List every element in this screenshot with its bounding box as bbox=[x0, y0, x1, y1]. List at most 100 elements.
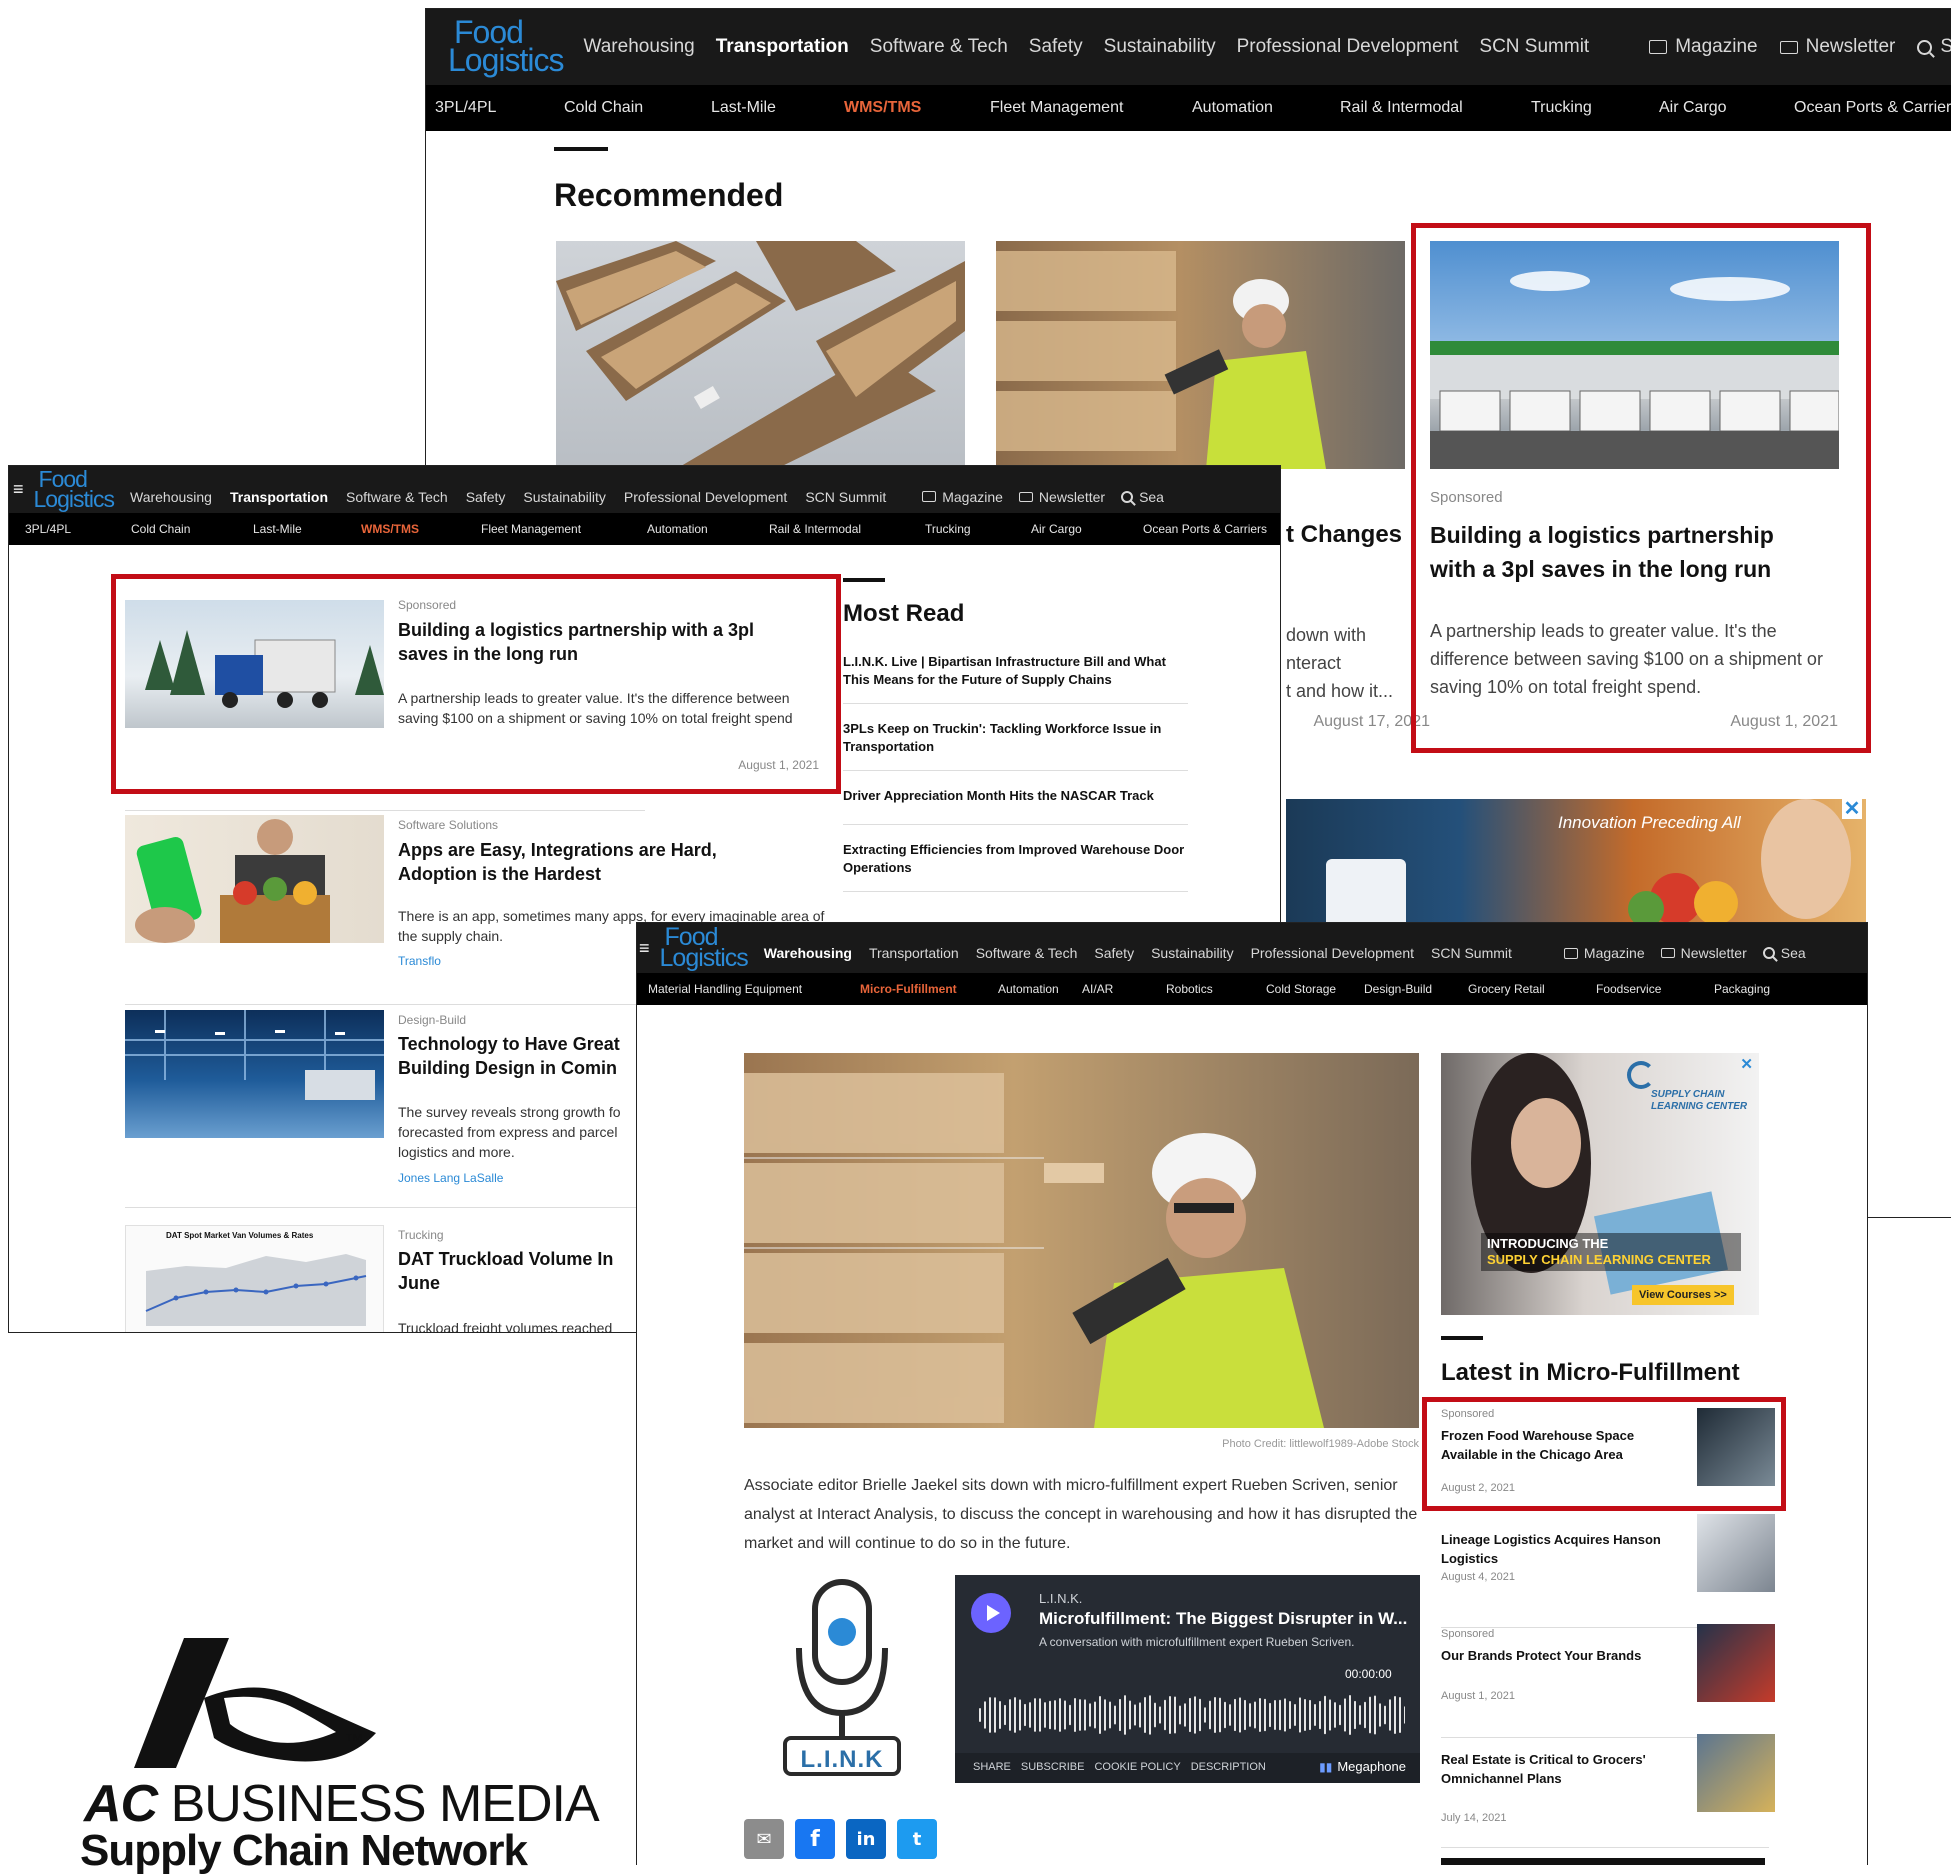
subnav-item-robotics[interactable]: Robotics bbox=[1166, 982, 1266, 996]
article-title[interactable]: Technology to Have Great Building Design… bbox=[398, 1032, 643, 1080]
play-button[interactable] bbox=[971, 1593, 1011, 1633]
nav-item-software-tech[interactable]: Software & Tech bbox=[976, 945, 1078, 961]
latest-item[interactable]: Real Estate is Critical to Grocers' Omni… bbox=[1441, 1734, 1775, 1848]
subnav-item-rail-intermodal[interactable]: Rail & Intermodal bbox=[769, 522, 925, 536]
article-image-building[interactable] bbox=[125, 1010, 384, 1138]
search-link[interactable]: Sea bbox=[1139, 489, 1164, 505]
most-read-item[interactable]: 3PLs Keep on Truckin': Tackling Workforc… bbox=[843, 720, 1188, 771]
nav-item-software-tech[interactable]: Software & Tech bbox=[346, 489, 448, 505]
subnav-item-air-cargo[interactable]: Air Cargo bbox=[1659, 99, 1794, 117]
search-link[interactable]: Sea bbox=[1781, 945, 1806, 961]
article-title[interactable]: DAT Truckload Volume In June bbox=[398, 1247, 643, 1295]
player-link-subscribe[interactable]: SUBSCRIBE bbox=[1021, 1761, 1085, 1773]
subnav-item-cold-chain[interactable]: Cold Chain bbox=[564, 99, 711, 117]
subnav-item-cold-chain[interactable]: Cold Chain bbox=[131, 522, 253, 536]
subnav-item-packaging[interactable]: Packaging bbox=[1714, 982, 1774, 996]
nav-item-transportation[interactable]: Transportation bbox=[716, 36, 849, 58]
latest-item-thumbnail[interactable] bbox=[1697, 1408, 1775, 1486]
subnav-item-fleet-management[interactable]: Fleet Management bbox=[481, 522, 647, 536]
megaphone-brand[interactable]: Megaphone bbox=[1337, 1759, 1406, 1774]
card2-title-fragment[interactable]: t Changes bbox=[1286, 521, 1402, 549]
subnav-item-3pl-4pl[interactable]: 3PL/4PL bbox=[25, 522, 131, 536]
subnav-item-cold-storage[interactable]: Cold Storage bbox=[1266, 982, 1364, 996]
article-title[interactable]: Apps are Easy, Integrations are Hard, Ad… bbox=[398, 838, 798, 886]
subnav-item-trucking[interactable]: Trucking bbox=[1531, 99, 1659, 117]
latest-item-thumbnail[interactable] bbox=[1697, 1624, 1775, 1702]
menu-icon[interactable]: ≡ bbox=[639, 938, 650, 959]
newsletter-link[interactable]: Newsletter bbox=[1039, 489, 1105, 505]
ad-close-icon[interactable]: ✕ bbox=[1842, 799, 1862, 819]
site-logo[interactable]: Food Logistics bbox=[448, 17, 564, 76]
nav-item-sustainability[interactable]: Sustainability bbox=[1151, 945, 1234, 961]
subnav-item-grocery-retail[interactable]: Grocery Retail bbox=[1468, 982, 1596, 996]
twitter-share-icon[interactable]: t bbox=[897, 1819, 937, 1859]
subnav-item-automation[interactable]: Automation bbox=[998, 982, 1082, 996]
subnav-item-rail-intermodal[interactable]: Rail & Intermodal bbox=[1340, 99, 1531, 117]
subnav-item-design-build[interactable]: Design-Build bbox=[1364, 982, 1468, 996]
subnav-item-automation[interactable]: Automation bbox=[647, 522, 769, 536]
article-image-chart[interactable]: DAT Spot Market Van Volumes & Rates bbox=[125, 1225, 384, 1332]
subnav-item-air-cargo[interactable]: Air Cargo bbox=[1031, 522, 1143, 536]
nav-item-sustainability[interactable]: Sustainability bbox=[1104, 36, 1216, 58]
nav-item-professional-development[interactable]: Professional Development bbox=[1237, 36, 1459, 58]
search-link[interactable]: Se bbox=[1940, 36, 1951, 58]
nav-item-professional-development[interactable]: Professional Development bbox=[1251, 945, 1414, 961]
nav-item-scn-summit[interactable]: SCN Summit bbox=[1479, 36, 1589, 58]
subnav-item-fleet-management[interactable]: Fleet Management bbox=[990, 99, 1192, 117]
latest-item-title[interactable]: Our Brands Protect Your Brands bbox=[1441, 1646, 1671, 1665]
nav-item-warehousing[interactable]: Warehousing bbox=[130, 489, 212, 505]
nav-item-safety[interactable]: Safety bbox=[1094, 945, 1134, 961]
magazine-link[interactable]: Magazine bbox=[1675, 36, 1757, 58]
nav-item-warehousing[interactable]: Warehousing bbox=[584, 36, 695, 58]
subnav-item-ocean-ports-carrier[interactable]: Ocean Ports & Carrier bbox=[1794, 99, 1951, 117]
nav-item-transportation[interactable]: Transportation bbox=[869, 945, 959, 961]
nav-item-professional-development[interactable]: Professional Development bbox=[624, 489, 787, 505]
search-icon[interactable] bbox=[1762, 947, 1775, 959]
email-share-icon[interactable]: ✉ bbox=[744, 1819, 784, 1859]
menu-icon[interactable]: ≡ bbox=[13, 479, 24, 500]
latest-item-title[interactable]: Real Estate is Critical to Grocers' Omni… bbox=[1441, 1750, 1671, 1788]
newsletter-link[interactable]: Newsletter bbox=[1681, 945, 1747, 961]
latest-item-thumbnail[interactable] bbox=[1697, 1734, 1775, 1812]
magazine-link[interactable]: Magazine bbox=[1584, 945, 1645, 961]
facebook-share-icon[interactable]: f bbox=[795, 1819, 835, 1859]
nav-item-transportation[interactable]: Transportation bbox=[230, 489, 328, 505]
subnav-item-ai-ar[interactable]: AI/AR bbox=[1082, 982, 1166, 996]
subnav-item-foodservice[interactable]: Foodservice bbox=[1596, 982, 1714, 996]
subnav-item-wms-tms[interactable]: WMS/TMS bbox=[361, 522, 481, 536]
site-logo[interactable]: Food Logistics bbox=[34, 467, 115, 509]
card-image-warehouse[interactable] bbox=[556, 241, 965, 469]
subnav-item-trucking[interactable]: Trucking bbox=[925, 522, 1031, 536]
subnav-item-last-mile[interactable]: Last-Mile bbox=[711, 99, 844, 117]
latest-item-thumbnail[interactable] bbox=[1697, 1514, 1775, 1592]
article-author[interactable]: Jones Lang LaSalle bbox=[398, 1171, 503, 1185]
latest-item[interactable]: Sponsored Frozen Food Warehouse Space Ava… bbox=[1441, 1408, 1775, 1518]
latest-item-title[interactable]: Lineage Logistics Acquires Hanson Logist… bbox=[1441, 1530, 1671, 1568]
card-image-worker[interactable] bbox=[996, 241, 1405, 469]
latest-item-title[interactable]: Frozen Food Warehouse Space Available in… bbox=[1441, 1426, 1671, 1464]
ad-banner[interactable]: Innovation Preceding All ✕ bbox=[1286, 799, 1866, 929]
subnav-item-ocean-ports-carriers[interactable]: Ocean Ports & Carriers bbox=[1143, 522, 1280, 536]
site-logo[interactable]: Food Logistics bbox=[660, 924, 749, 970]
search-icon[interactable] bbox=[1917, 39, 1933, 55]
most-read-item[interactable]: L.I.N.K. Live | Bipartisan Infrastructur… bbox=[843, 653, 1188, 704]
subnav-item-automation[interactable]: Automation bbox=[1192, 99, 1340, 117]
nav-item-safety[interactable]: Safety bbox=[1029, 36, 1083, 58]
nav-item-software-tech[interactable]: Software & Tech bbox=[870, 36, 1008, 58]
most-read-item[interactable]: Driver Appreciation Month Hits the NASCA… bbox=[843, 787, 1188, 825]
subnav-item-3pl-4pl[interactable]: 3PL/4PL bbox=[435, 99, 564, 117]
waveform[interactable] bbox=[975, 1685, 1405, 1745]
nav-item-warehousing[interactable]: Warehousing bbox=[764, 945, 852, 961]
search-icon[interactable] bbox=[1121, 490, 1134, 503]
subnav-item-micro-fulfillment[interactable]: Micro-Fulfillment bbox=[860, 982, 998, 996]
subnav-item-wms-tms[interactable]: WMS/TMS bbox=[844, 99, 990, 117]
player-link-description[interactable]: DESCRIPTION bbox=[1191, 1761, 1266, 1773]
nav-item-scn-summit[interactable]: SCN Summit bbox=[1431, 945, 1512, 961]
magazine-link[interactable]: Magazine bbox=[942, 489, 1003, 505]
latest-item[interactable]: Lineage Logistics Acquires Hanson Logist… bbox=[1441, 1514, 1775, 1628]
player-link-cookie-policy[interactable]: COOKIE POLICY bbox=[1094, 1761, 1180, 1773]
ad-close-icon[interactable]: ✕ bbox=[1740, 1055, 1753, 1073]
nav-item-scn-summit[interactable]: SCN Summit bbox=[805, 489, 886, 505]
latest-item[interactable]: Sponsored Our Brands Protect Your Brands A… bbox=[1441, 1624, 1775, 1738]
linkedin-share-icon[interactable]: in bbox=[846, 1819, 886, 1859]
